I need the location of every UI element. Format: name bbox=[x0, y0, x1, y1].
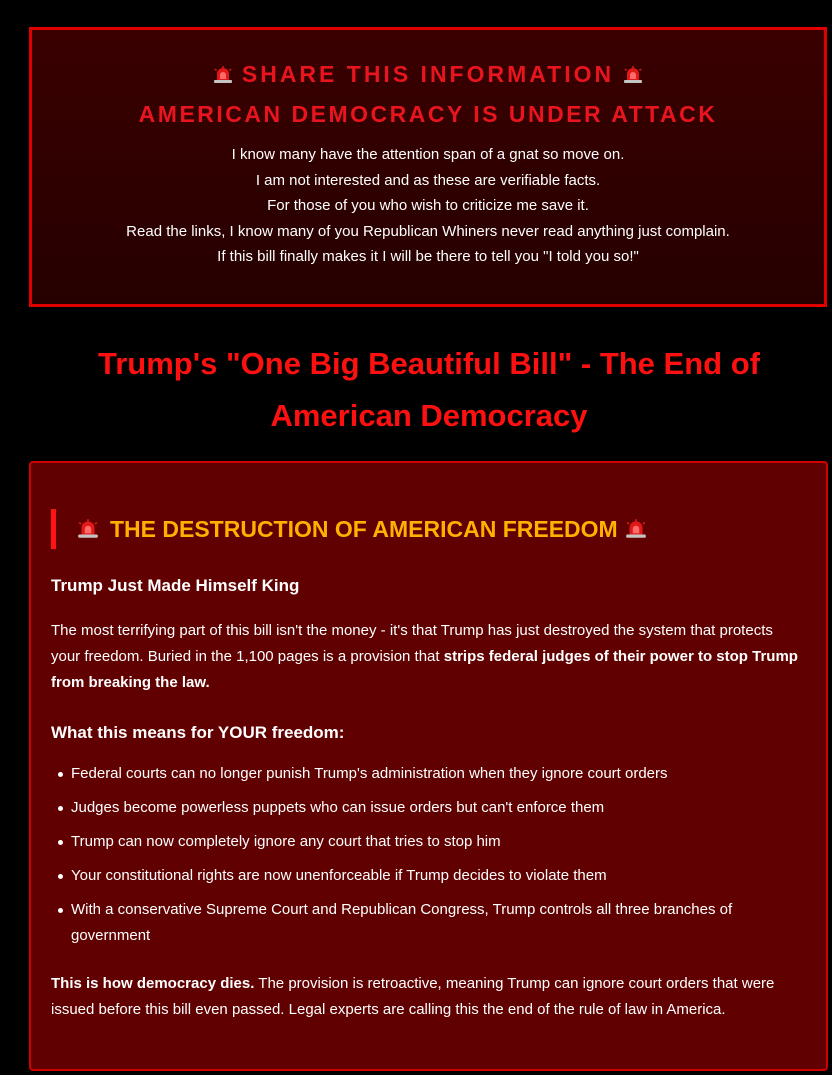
section-subheading: Trump Just Made Himself King bbox=[51, 576, 300, 595]
alert-line: For those of you who wish to criticize m… bbox=[267, 197, 589, 214]
siren-icon bbox=[624, 511, 648, 551]
page: SHARE THIS INFORMATION AMERICAN DEMOCRAC… bbox=[0, 0, 832, 1075]
page-title-line-1: Trump's "One Big Beautiful Bill" - The E… bbox=[98, 346, 760, 381]
section-heading: THE DESTRUCTION OF AMERICAN FREEDOM bbox=[51, 509, 804, 549]
closing-paragraph: This is how democracy dies. The provisio… bbox=[51, 971, 804, 1023]
alert-line: Read the links, I know many of you Repub… bbox=[126, 222, 730, 240]
page-title-line-2: American Democracy bbox=[270, 398, 588, 433]
list-item: Judges become powerless puppets who can … bbox=[58, 795, 804, 821]
list-item: Trump can now completely ignore any cour… bbox=[58, 829, 804, 855]
alert-title: SHARE THIS INFORMATION bbox=[32, 30, 824, 90]
freedom-list-heading: What this means for YOUR freedom: bbox=[51, 723, 345, 742]
siren-icon bbox=[76, 511, 100, 551]
list-item: Your constitutional rights are now unenf… bbox=[58, 863, 804, 889]
alert-line: If this bill finally makes it I will be … bbox=[217, 248, 639, 265]
intro-paragraph: The most terrifying part of this bill is… bbox=[51, 618, 804, 696]
alert-title-text: SHARE THIS INFORMATION bbox=[241, 61, 615, 87]
alert-line: I know many have the attention span of a… bbox=[231, 146, 625, 163]
siren-icon bbox=[622, 62, 644, 90]
list-item: Federal courts can no longer punish Trum… bbox=[58, 761, 804, 787]
freedom-list: Federal courts can no longer punish Trum… bbox=[51, 761, 804, 949]
alert-message: I know many have the attention span of a… bbox=[32, 142, 824, 270]
section-heading-text: THE DESTRUCTION OF AMERICAN FREEDOM bbox=[110, 516, 618, 542]
list-item: With a conservative Supreme Court and Re… bbox=[58, 897, 804, 949]
content-section: THE DESTRUCTION OF AMERICAN FREEDOM Trum… bbox=[29, 461, 828, 1071]
alert-line: I am not interested and as these are ver… bbox=[255, 171, 601, 189]
alert-subtitle: AMERICAN DEMOCRACY IS UNDER ATTACK bbox=[138, 101, 718, 127]
siren-icon bbox=[212, 62, 234, 90]
page-title: Trump's "One Big Beautiful Bill" - The E… bbox=[40, 338, 818, 442]
closing-paragraph-bold: This is how democracy dies. bbox=[51, 975, 255, 992]
share-alert-box: SHARE THIS INFORMATION AMERICAN DEMOCRAC… bbox=[29, 27, 827, 307]
